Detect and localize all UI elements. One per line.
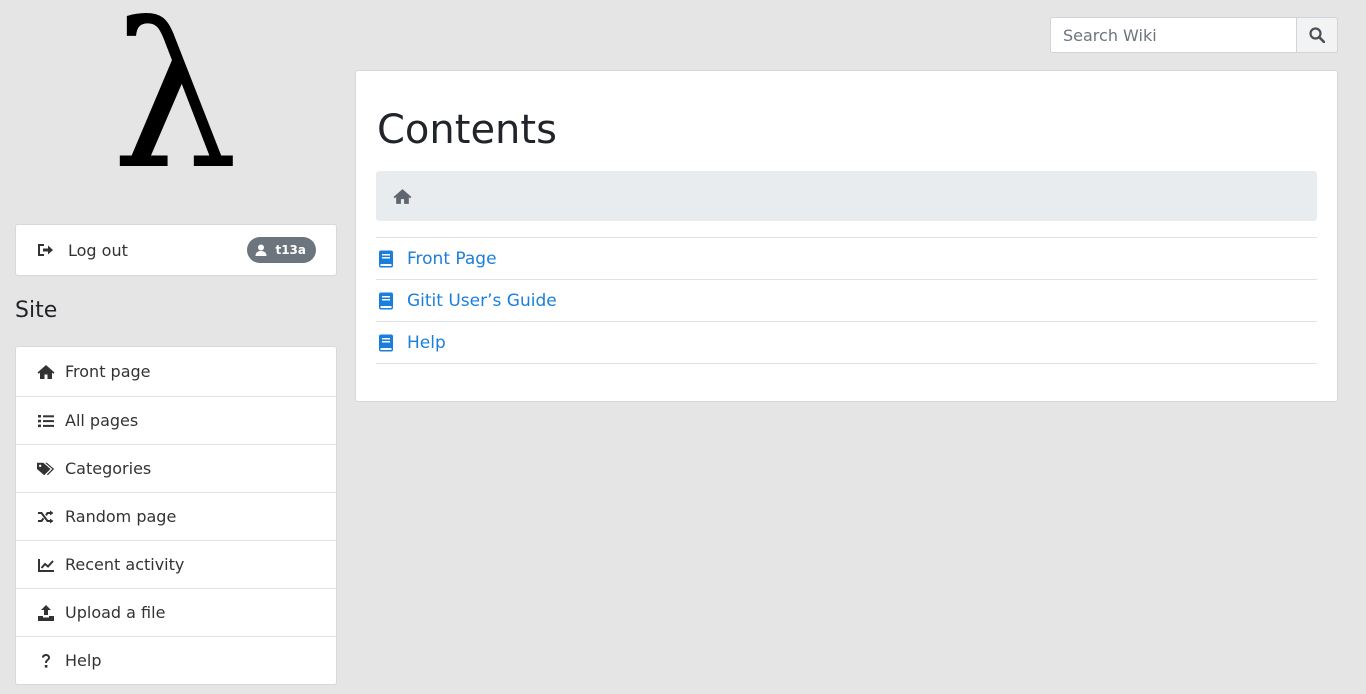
book-icon xyxy=(378,334,394,352)
sidebar-nav: Front page All pages Categories Random p… xyxy=(15,346,337,685)
home-icon xyxy=(37,363,55,381)
sidebar-item-label: Front page xyxy=(65,362,151,381)
search-icon xyxy=(1309,27,1325,43)
chart-line-icon xyxy=(37,556,55,574)
home-icon[interactable] xyxy=(393,188,412,205)
list-item: Help xyxy=(376,321,1317,364)
logout-button[interactable]: Log out t13a xyxy=(15,224,337,276)
page-link[interactable]: Gitit User’s Guide xyxy=(407,291,557,311)
sidebar-item-label: Categories xyxy=(65,459,152,478)
sidebar-item-front-page[interactable]: Front page xyxy=(16,347,336,396)
sidebar-item-random-page[interactable]: Random page xyxy=(16,492,336,540)
sidebar-item-help[interactable]: Help xyxy=(16,636,336,684)
sidebar-item-label: Random page xyxy=(65,507,177,526)
logout-label: Log out xyxy=(68,240,128,260)
username: t13a xyxy=(275,243,306,257)
sidebar-title: Site xyxy=(15,298,58,323)
search-form xyxy=(1050,17,1338,53)
list-icon xyxy=(37,412,55,430)
sidebar-item-label: Upload a file xyxy=(65,603,166,622)
page-link[interactable]: Help xyxy=(407,333,446,353)
user-badge: t13a xyxy=(247,237,316,263)
user-icon xyxy=(255,244,267,256)
site-logo[interactable]: λ xyxy=(110,0,240,198)
sidebar-item-upload-file[interactable]: Upload a file xyxy=(16,588,336,636)
book-icon xyxy=(378,292,394,310)
page-title: Contents xyxy=(377,107,557,153)
breadcrumb xyxy=(376,171,1317,221)
upload-icon xyxy=(37,604,55,622)
sign-out-icon xyxy=(36,241,54,259)
book-icon xyxy=(378,250,394,268)
page-list: Front Page Gitit User’s Guide Help xyxy=(376,237,1317,364)
sidebar-item-label: All pages xyxy=(65,411,139,430)
main-content: Contents Front Page Gitit User’s Guide H… xyxy=(355,70,1338,402)
tags-icon xyxy=(37,460,55,478)
question-icon xyxy=(37,652,55,670)
sidebar-item-label: Recent activity xyxy=(65,555,185,574)
sidebar-item-all-pages[interactable]: All pages xyxy=(16,396,336,444)
list-item: Gitit User’s Guide xyxy=(376,279,1317,321)
page-link[interactable]: Front Page xyxy=(407,249,497,269)
random-icon xyxy=(37,508,55,526)
sidebar-item-recent-activity[interactable]: Recent activity xyxy=(16,540,336,588)
search-input[interactable] xyxy=(1050,17,1296,53)
sidebar-item-label: Help xyxy=(65,651,102,670)
search-button[interactable] xyxy=(1296,17,1338,53)
sidebar-item-categories[interactable]: Categories xyxy=(16,444,336,492)
list-item: Front Page xyxy=(376,237,1317,279)
